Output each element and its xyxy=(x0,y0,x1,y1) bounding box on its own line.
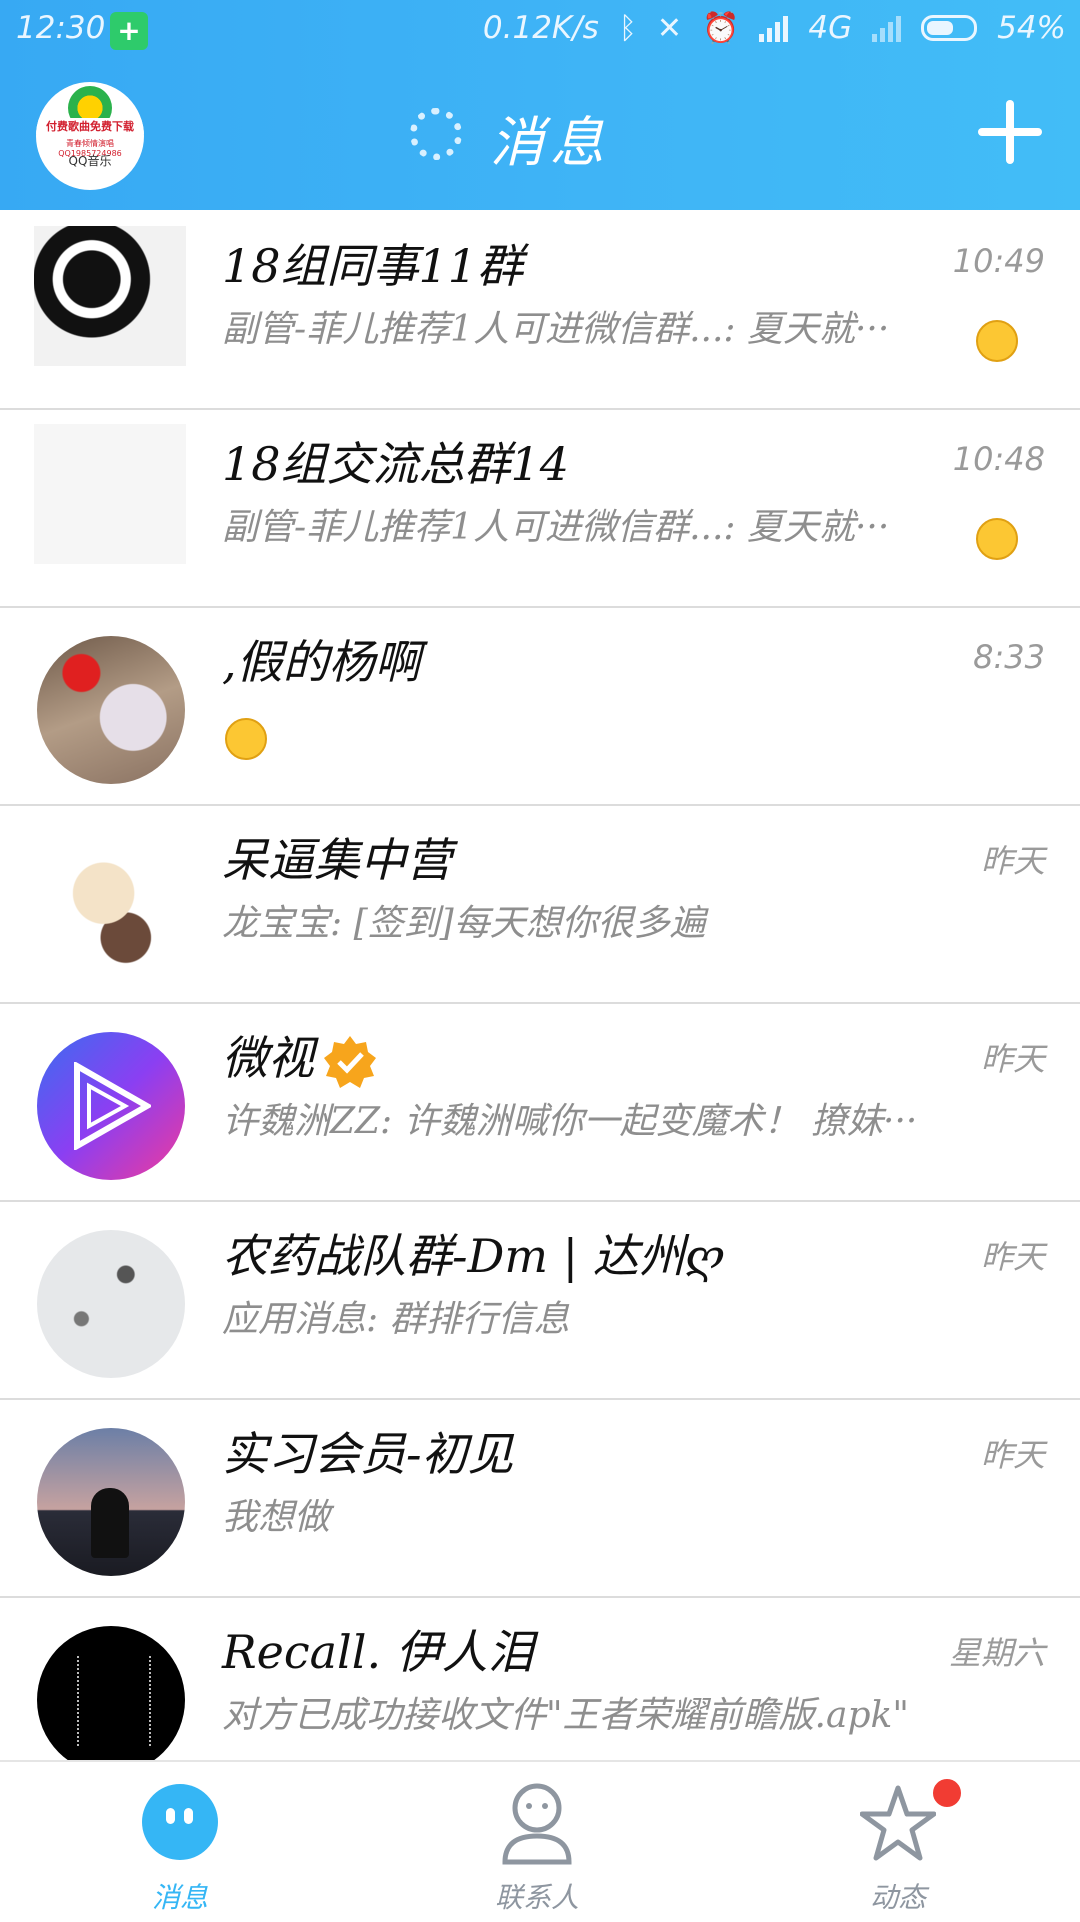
net-speed: 0.12K/s xyxy=(482,10,599,46)
conversation-time: 昨天 xyxy=(980,1238,1045,1276)
conversation-preview: 龙宝宝: [签到]每天想你很多遍 xyxy=(222,903,706,944)
conversation-preview: 应用消息: 群排行信息 xyxy=(222,1299,570,1340)
avatar xyxy=(37,1032,185,1180)
alarm-icon: ⏰ xyxy=(701,10,740,46)
conversation-name: 农药战队群-Dm | 达州ღ xyxy=(222,1229,725,1283)
avatar-brand: QQ音乐 xyxy=(68,154,112,168)
battery-level: 54% xyxy=(997,10,1066,46)
conversation-time: 10:49 xyxy=(952,242,1045,280)
conversation-name: 微视 xyxy=(222,1022,378,1090)
emoji-icon xyxy=(976,320,1018,362)
loading-spinner-icon xyxy=(410,108,462,160)
conversation-name: 实习会员-初见 xyxy=(222,1427,514,1481)
mute-icon: ✕ xyxy=(656,10,682,46)
conversation-item[interactable]: Recall. 伊人泪 星期六 对方已成功接收文件"王者荣耀前瞻版.apk" xyxy=(0,1598,1080,1760)
conversation-item[interactable]: ,假的杨啊 8:33 xyxy=(0,608,1080,806)
conversation-item[interactable]: 18组交流总群14 10:48 副管-菲儿推荐1人可进微信群...: 夏天就··… xyxy=(0,410,1080,608)
tab-label: 消息 xyxy=(151,1881,208,1914)
avatar xyxy=(37,636,185,784)
conversation-time: 10:48 xyxy=(952,440,1045,478)
tab-contacts[interactable]: 联系人 xyxy=(437,1762,637,1922)
conversation-list: 18组同事11群 10:49 副管-菲儿推荐1人可进微信群...: 夏天就···… xyxy=(0,212,1080,1760)
conversation-preview: 副管-菲儿推荐1人可进微信群...: 夏天就··· xyxy=(222,507,890,548)
conversation-time: 星期六 xyxy=(948,1634,1045,1672)
signal-2-icon xyxy=(872,14,902,42)
tab-messages[interactable]: 消息 xyxy=(80,1762,280,1922)
security-shield-icon: + xyxy=(110,12,148,50)
avatar xyxy=(37,834,185,982)
status-time: 12:30 xyxy=(16,10,106,46)
avatar xyxy=(34,424,186,564)
conversation-preview: 许魏洲ZZ: 许魏洲喊你一起变魔术！ 撩妹··· xyxy=(222,1101,918,1142)
tab-label: 动态 xyxy=(869,1881,926,1914)
bottom-tab-bar: 消息 联系人 动态 xyxy=(0,1760,1080,1922)
contacts-person-icon xyxy=(502,1783,572,1865)
conversation-time: 昨天 xyxy=(980,842,1045,880)
verified-badge-icon xyxy=(324,1036,376,1088)
page-title: 消息 xyxy=(490,111,610,174)
status-bar: 12:30 + 0.12K/s ᛒ ✕ ⏰ 4G 54% xyxy=(0,0,1080,60)
title-bar: 付费歌曲免费下载 青春倾情演唱QQ1985724986 QQ音乐 消息 xyxy=(0,60,1080,210)
message-smile-icon xyxy=(142,1784,218,1860)
conversation-item[interactable]: 呆逼集中营 昨天 龙宝宝: [签到]每天想你很多遍 xyxy=(0,806,1080,1004)
conversation-item[interactable]: 农药战队群-Dm | 达州ღ 昨天 应用消息: 群排行信息 xyxy=(0,1202,1080,1400)
avatar xyxy=(37,1626,185,1760)
add-button[interactable] xyxy=(974,96,1046,168)
emoji-icon xyxy=(225,718,267,760)
top-header: 12:30 + 0.12K/s ᛒ ✕ ⏰ 4G 54% 付费歌曲免费下载 青春… xyxy=(0,0,1080,210)
tab-label: 联系人 xyxy=(494,1881,579,1914)
conversation-preview: 我想做 xyxy=(222,1497,331,1538)
conversation-time: 昨天 xyxy=(980,1040,1045,1078)
avatar-banner: 付费歌曲免费下载 xyxy=(36,118,144,134)
profile-avatar[interactable]: 付费歌曲免费下载 青春倾情演唱QQ1985724986 QQ音乐 xyxy=(36,82,144,190)
conversation-name: ,假的杨啊 xyxy=(222,635,421,689)
emoji-icon xyxy=(976,518,1018,560)
avatar xyxy=(37,1230,185,1378)
conversation-item[interactable]: 微视 昨天 许魏洲ZZ: 许魏洲喊你一起变魔术！ 撩妹··· xyxy=(0,1004,1080,1202)
avatar xyxy=(37,1428,185,1576)
status-right: 0.12K/s ᛒ ✕ ⏰ 4G 54% xyxy=(483,10,1066,46)
play-icon xyxy=(74,1062,151,1150)
conversation-name: 18组同事11群 xyxy=(222,239,524,293)
bluetooth-icon: ᛒ xyxy=(618,10,637,46)
battery-icon xyxy=(921,15,978,41)
conversation-name: 18组交流总群14 xyxy=(222,437,570,491)
conversation-preview: 对方已成功接收文件"王者荣耀前瞻版.apk" xyxy=(222,1695,909,1736)
notification-dot-badge xyxy=(930,1776,964,1810)
conversation-name: Recall. 伊人泪 xyxy=(222,1625,534,1679)
star-icon xyxy=(860,1785,936,1861)
conversation-item[interactable]: 实习会员-初见 昨天 我想做 xyxy=(0,1400,1080,1598)
conversation-name-text: 微视 xyxy=(222,1031,314,1085)
avatar xyxy=(34,226,186,366)
conversation-name: 呆逼集中营 xyxy=(222,833,452,887)
conversation-time: 昨天 xyxy=(980,1436,1045,1474)
conversation-time: 8:33 xyxy=(973,638,1045,676)
conversation-preview: 副管-菲儿推荐1人可进微信群...: 夏天就··· xyxy=(222,309,890,350)
signal-icon xyxy=(759,14,789,42)
network-type: 4G xyxy=(808,10,853,46)
tab-feed[interactable]: 动态 xyxy=(798,1762,998,1922)
conversation-item[interactable]: 18组同事11群 10:49 副管-菲儿推荐1人可进微信群...: 夏天就··· xyxy=(0,212,1080,410)
